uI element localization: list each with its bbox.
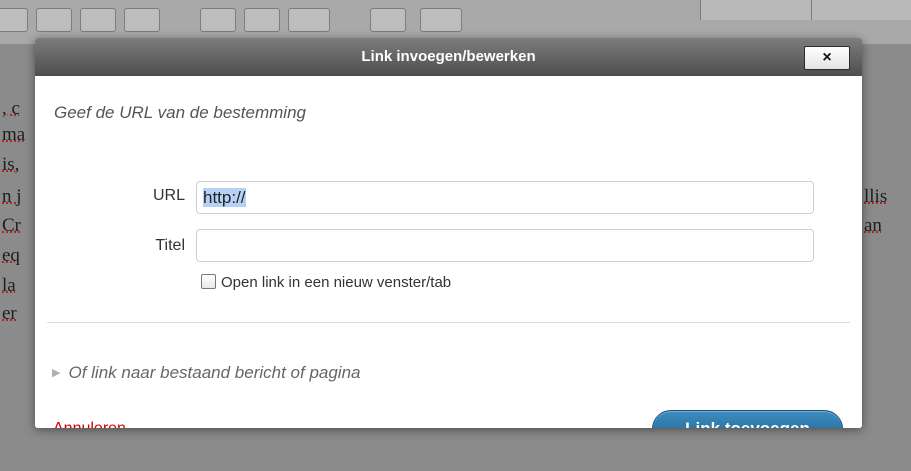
link-dialog: Link invoegen/bewerken × Geef de URL van… (35, 38, 862, 428)
divider (47, 322, 850, 323)
editor-text-line: er (2, 303, 17, 324)
toolbar-button[interactable] (0, 8, 28, 32)
toolbar-button[interactable] (36, 8, 72, 32)
add-link-button[interactable]: Link toevoegen (652, 410, 843, 428)
editor-text-line: llis (864, 186, 888, 207)
url-input[interactable]: http:// (196, 181, 814, 214)
close-button[interactable]: × (804, 46, 850, 70)
editor-text-line: ma (2, 124, 26, 145)
new-window-checkbox[interactable] (201, 274, 216, 289)
toolbar-button[interactable] (420, 8, 462, 32)
editor-text-line: an (864, 215, 882, 236)
existing-content-toggle[interactable]: ▶ Of link naar bestaand bericht of pagina (52, 363, 361, 383)
editor-tabs (700, 0, 911, 20)
title-label: Titel (155, 237, 185, 254)
dialog-body: Geef de URL van de bestemming URL http:/… (35, 76, 862, 428)
editor-text-line: eq (2, 245, 20, 266)
editor-text-line: la (2, 275, 16, 296)
editor-text-line: is, (2, 154, 20, 175)
dialog-title: Link invoegen/bewerken (361, 48, 536, 65)
toolbar-button[interactable] (124, 8, 160, 32)
cancel-link[interactable]: Annuleren (53, 419, 126, 428)
dialog-titlebar: Link invoegen/bewerken × (35, 38, 862, 77)
url-instruction: Geef de URL van de bestemming (54, 103, 306, 122)
toolbar-button[interactable] (200, 8, 236, 32)
toolbar-button[interactable] (370, 8, 406, 32)
existing-content-label: Of link naar bestaand bericht of pagina (68, 363, 361, 382)
editor-text-line: , c (2, 98, 20, 119)
triangle-right-icon: ▶ (52, 367, 61, 379)
url-label: URL (152, 187, 185, 204)
editor-text-line: Cr (2, 215, 21, 236)
title-input[interactable] (196, 229, 814, 262)
url-input-value: http:// (203, 188, 246, 207)
toolbar-button[interactable] (80, 8, 116, 32)
close-icon: × (822, 49, 832, 66)
toolbar-button[interactable] (288, 8, 330, 32)
toolbar-button[interactable] (244, 8, 280, 32)
new-window-label: Open link in een nieuw venster/tab (221, 274, 452, 291)
editor-text-line: n j (2, 186, 22, 207)
new-window-option[interactable]: Open link in een nieuw venster/tab (201, 274, 451, 291)
